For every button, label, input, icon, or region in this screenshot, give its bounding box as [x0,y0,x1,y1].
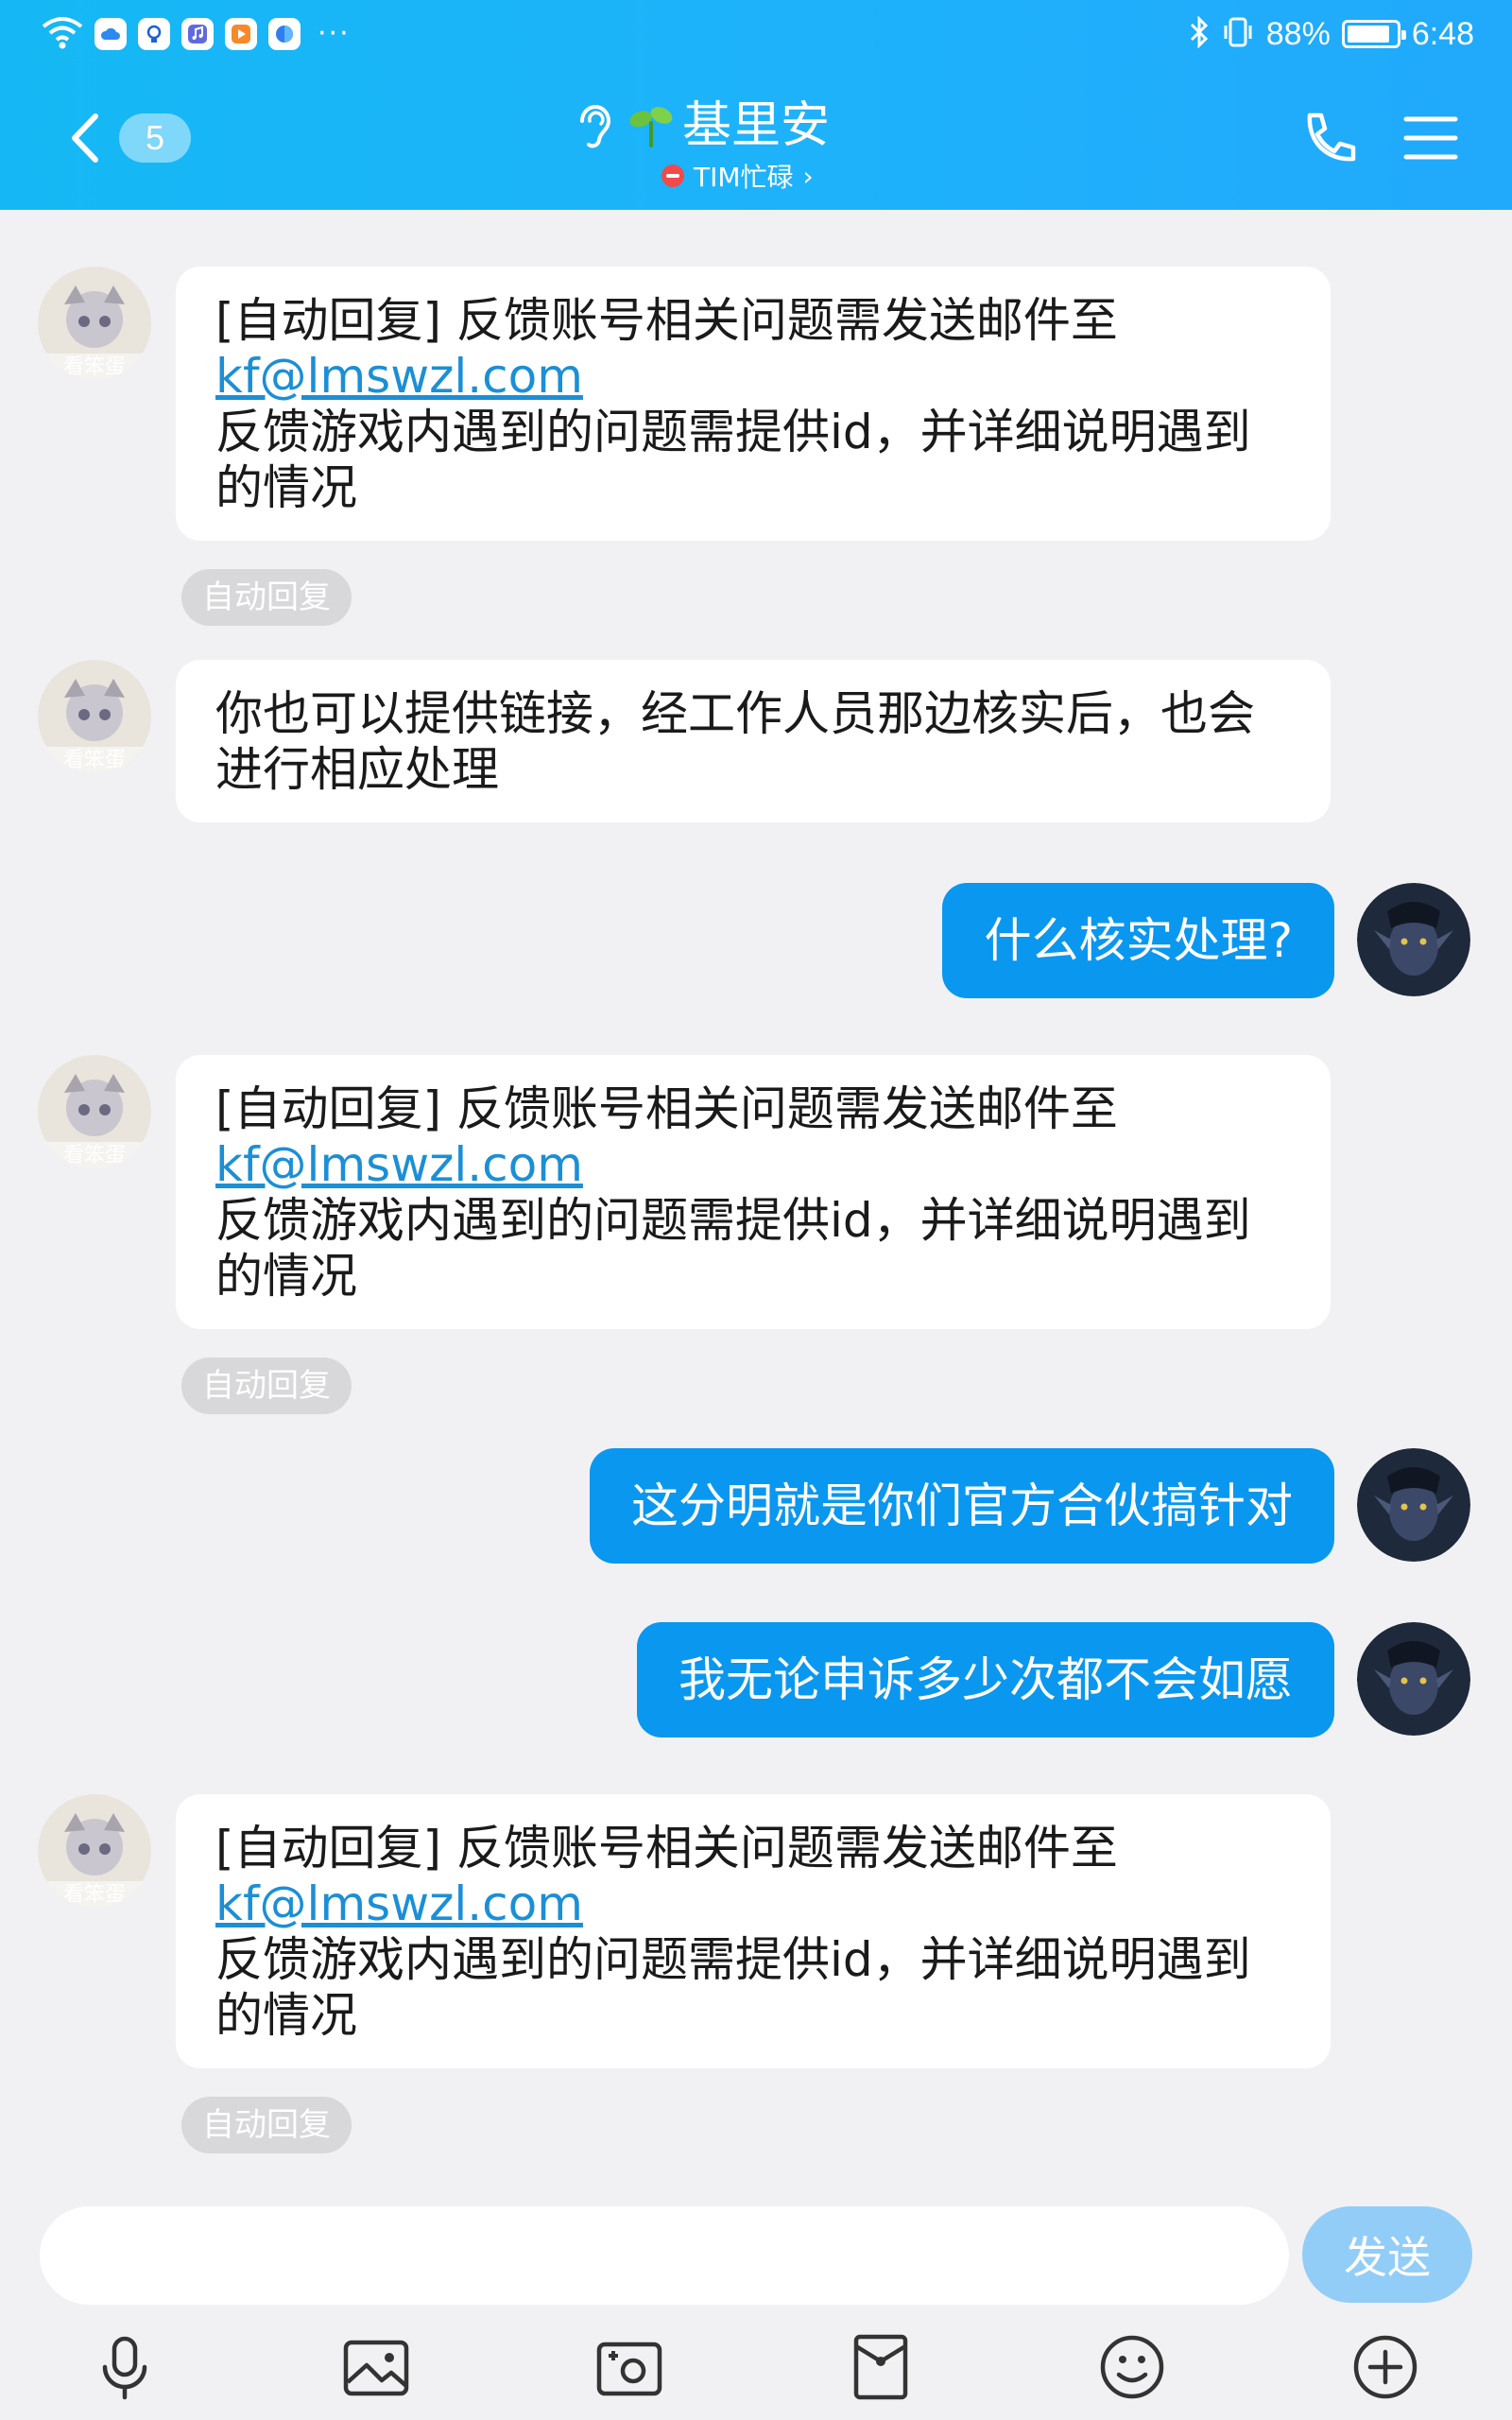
camera-button[interactable] [593,2331,665,2403]
incoming-message-bubble[interactable]: [自动回复] 反馈账号相关问题需发送邮件至 kf@lmswzl.com 反馈游戏… [176,267,1331,541]
unread-badge[interactable]: 5 [119,113,191,163]
message-text: 反馈游戏内遇到的问题需提供id，并详细说明遇到 [215,1932,1251,1987]
avatar-image [1357,1622,1470,1736]
status-text: TIM忙碌 [694,162,794,193]
message-text: 这分明就是你们官方合伙搞针对 [631,1478,1293,1533]
chat-header: ··· 88% 6:48 5 基里安 TIM忙碌 › [0,0,1512,210]
input-area: 发送 [0,2184,1512,2420]
contact-status[interactable]: TIM忙碌 › [662,157,814,195]
emoji-button[interactable] [1096,2331,1168,2403]
emoji-icon [1100,2335,1164,2399]
bulb-app-icon [138,18,170,50]
auto-reply-tag: 自动回复 [181,1357,352,1414]
chevron-right-icon: › [802,160,814,192]
outgoing-message-bubble[interactable]: 我无论申诉多少次都不会如愿 [637,1622,1334,1737]
avatar-caption: 看笨蛋 [63,355,126,379]
image-icon [343,2340,409,2396]
message-text: 的情况 [215,1988,357,2043]
message-text: [自动回复] 反馈账号相关问题需发送邮件至 [215,1081,1118,1136]
auto-reply-tag: 自动回复 [181,2097,352,2153]
voice-button[interactable] [89,2331,161,2403]
incoming-message-bubble[interactable]: [自动回复] 反馈账号相关问题需发送邮件至 kf@lmswzl.com 反馈游戏… [176,1794,1331,2068]
camera-icon [596,2342,662,2396]
avatar-image [1357,1448,1470,1562]
microphone-icon [102,2336,147,2400]
message-text: 的情况 [215,460,357,515]
message-text: 我无论申诉多少次都不会如愿 [679,1651,1293,1707]
send-button[interactable]: 发送 [1302,2206,1472,2303]
photo-button[interactable] [340,2331,412,2403]
video-app-icon [225,18,257,50]
clock: 6:48 [1411,15,1474,52]
status-bar: ··· 88% 6:48 [0,0,1512,68]
avatar-caption: 看笨蛋 [63,1883,126,1907]
email-link[interactable]: kf@lmswzl.com [215,1876,1293,1932]
battery-percent: 88% [1265,15,1331,52]
more-notifications: ··· [318,17,351,50]
outgoing-message-bubble[interactable]: 这分明就是你们官方合伙搞针对 [590,1448,1334,1564]
avatar-image: 看笨蛋 [38,1794,151,1908]
phone-call-button[interactable] [1298,110,1359,170]
contact-avatar[interactable]: 看笨蛋 [38,267,151,380]
chevron-left-icon [72,113,98,163]
plus-icon [1353,2335,1418,2399]
message-text: 进行相应处理 [215,742,499,797]
contact-avatar[interactable]: 看笨蛋 [38,1055,151,1168]
message-text: 反馈游戏内遇到的问题需提供id，并详细说明遇到 [215,405,1251,459]
back-button[interactable] [57,110,113,166]
bluetooth-icon [1189,15,1210,52]
incoming-message-bubble[interactable]: [自动回复] 反馈账号相关问题需发送邮件至 kf@lmswzl.com 反馈游戏… [176,1055,1331,1329]
message-text: 什么核实处理? [984,912,1293,968]
sprout-icon [629,107,673,147]
outgoing-message-bubble[interactable]: 什么核实处理? [942,883,1334,998]
message-text: 反馈游戏内遇到的问题需提供id，并详细说明遇到 [215,1193,1251,1248]
my-avatar[interactable] [1357,883,1470,996]
email-link[interactable]: kf@lmswzl.com [215,349,1293,405]
message-text: [自动回复] 反馈账号相关问题需发送邮件至 [215,1821,1118,1876]
red-packet-icon [853,2334,908,2400]
incoming-message-bubble[interactable]: 你也可以提供链接，经工作人员那边核实后，也会 进行相应处理 [176,660,1331,822]
more-button[interactable] [1349,2331,1421,2403]
vibrate-icon [1221,16,1255,52]
message-text: 你也可以提供链接，经工作人员那边核实后，也会 [215,686,1255,741]
avatar-image: 看笨蛋 [38,660,151,773]
avatar-caption: 看笨蛋 [63,1144,126,1167]
music-app-icon [181,18,214,50]
message-input[interactable] [40,2206,1289,2305]
contact-avatar[interactable]: 看笨蛋 [38,1794,151,1908]
contact-avatar[interactable]: 看笨蛋 [38,660,151,773]
my-avatar[interactable] [1357,1622,1470,1736]
battery-icon [1341,20,1406,48]
avatar-image [1357,883,1470,996]
contact-title[interactable]: 基里安 TIM忙碌 › [529,95,983,193]
message-text: 的情况 [215,1249,357,1304]
auto-reply-tag: 自动回复 [181,569,352,626]
browser-app-icon [268,18,301,50]
my-avatar[interactable] [1357,1448,1470,1562]
wifi-icon [42,15,83,53]
contact-name: 基里安 [682,97,831,154]
avatar-image: 看笨蛋 [38,1055,151,1168]
avatar-image: 看笨蛋 [38,267,151,380]
input-toolbar [0,2331,1512,2416]
red-packet-button[interactable] [845,2331,917,2403]
cloud-app-icon [94,18,127,50]
menu-button[interactable] [1402,112,1459,164]
email-link[interactable]: kf@lmswzl.com [215,1137,1293,1193]
ear-icon [580,105,611,148]
message-list[interactable]: 看笨蛋 [自动回复] 反馈账号相关问题需发送邮件至 kf@lmswzl.com … [0,210,1512,2184]
message-text: [自动回复] 反馈账号相关问题需发送邮件至 [215,293,1118,348]
nav-bar: 5 基里安 TIM忙碌 › [0,68,1512,210]
avatar-caption: 看笨蛋 [63,749,126,772]
busy-status-icon [662,164,684,187]
